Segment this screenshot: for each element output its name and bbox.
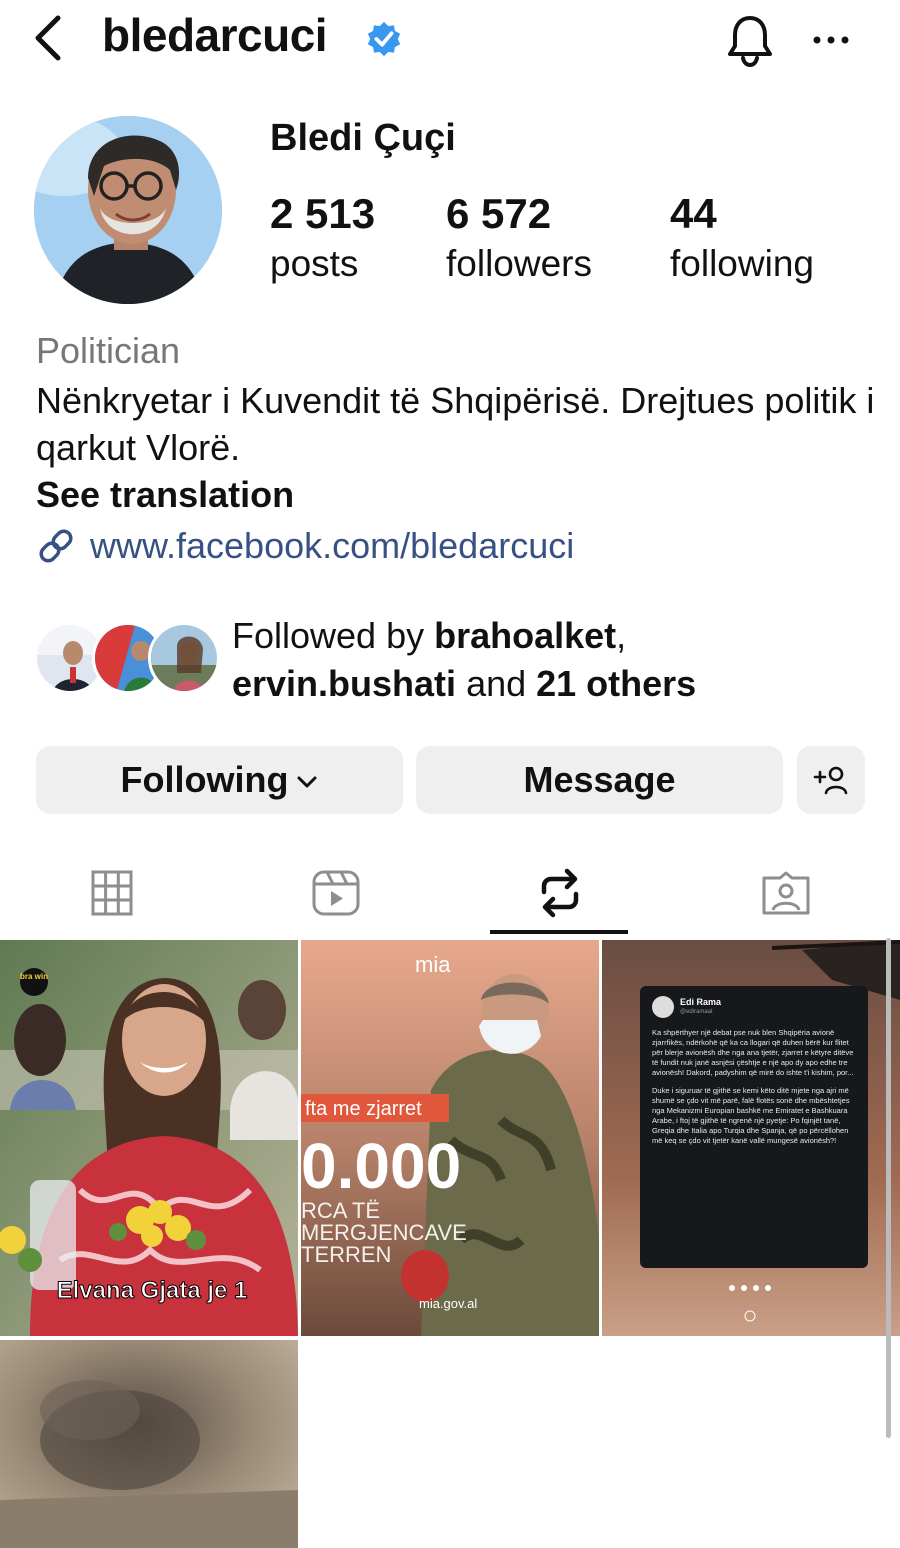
- profile-tabs: [0, 848, 900, 938]
- channel-badge: bra win: [20, 972, 48, 981]
- post-caption: Elvana Gjata je 1: [57, 1277, 248, 1304]
- posts-label: posts: [270, 243, 359, 284]
- message-button[interactable]: Message: [416, 746, 783, 814]
- mutual-avatar: [148, 622, 220, 694]
- post-big-number: 0.000: [301, 1130, 461, 1202]
- tab-reels[interactable]: [266, 848, 406, 938]
- followed-by-comma: ,: [616, 615, 627, 656]
- post-line3: TERREN: [301, 1242, 391, 1267]
- profile-bio: Nënkryetar i Kuvendit të Shqipërisë. Dre…: [36, 380, 875, 468]
- display-name: Bledi Çuçi: [270, 117, 456, 159]
- see-translation-link[interactable]: See translation: [36, 474, 294, 516]
- active-tab-indicator: [490, 930, 628, 934]
- mutual-user-1[interactable]: brahoalket: [434, 615, 616, 656]
- tab-tagged[interactable]: [716, 848, 856, 938]
- tab-reposts[interactable]: [490, 848, 630, 938]
- followers-label: followers: [446, 243, 592, 284]
- notification-bell-icon[interactable]: [724, 12, 776, 68]
- profile-link[interactable]: www.facebook.com/bledarcuci: [36, 525, 574, 567]
- tweet-author: Edi Rama: [680, 997, 722, 1007]
- reposts-icon: [541, 868, 579, 918]
- mia-logo: mia: [415, 952, 451, 977]
- chevron-down-icon: [297, 776, 317, 788]
- followers-count: 6 572: [446, 190, 552, 237]
- following-button[interactable]: Following: [36, 746, 403, 814]
- profile-avatar[interactable]: [34, 116, 222, 304]
- grid-post[interactable]: Edi Rama @ediramaal Ka shpërthyer një de…: [602, 940, 900, 1336]
- followers-stat[interactable]: 6 572 followers: [446, 190, 592, 290]
- following-button-label: Following: [120, 759, 289, 800]
- profile-category: Politician: [36, 330, 181, 371]
- suggested-users-button[interactable]: [797, 746, 865, 814]
- following-stat[interactable]: 44 following: [670, 190, 814, 290]
- profile-link-text: www.facebook.com/bledarcuci: [90, 525, 575, 566]
- back-arrow-icon[interactable]: [28, 12, 68, 64]
- mutual-user-2[interactable]: ervin.bushati: [232, 663, 456, 704]
- link-icon: [39, 529, 73, 563]
- profile-username: bledarcuci: [102, 9, 328, 61]
- followed-by-prefix: Followed by: [232, 615, 435, 656]
- message-button-label: Message: [523, 759, 676, 800]
- tweet-handle: @ediramaal: [680, 1009, 713, 1015]
- verified-badge-icon: [367, 21, 401, 57]
- following-count: 44: [670, 190, 717, 237]
- grid-post[interactable]: mia fta me zjarret 0.000 RCA TË MERGJENC…: [301, 940, 599, 1336]
- mutual-others[interactable]: 21 others: [536, 663, 696, 704]
- tweet-card: Edi Rama @ediramaal Ka shpërthyer një de…: [640, 986, 868, 1268]
- following-label: following: [670, 243, 814, 284]
- followed-by-and: and: [456, 663, 537, 704]
- add-user-icon: [813, 766, 848, 795]
- scrollbar[interactable]: [886, 938, 891, 1438]
- top-bar: bledarcuci: [0, 0, 900, 80]
- tweet-paragraph: Duke i siguruar të gjithë se kemi këto d…: [652, 1086, 850, 1145]
- followed-by-text[interactable]: Followed by brahoalket, ervin.bushati and…: [232, 612, 872, 708]
- posts-count: 2 513: [270, 190, 376, 237]
- post-banner: fta me zjarret: [305, 1098, 422, 1120]
- grid-icon: [91, 870, 133, 916]
- tab-posts-grid[interactable]: [42, 848, 182, 938]
- more-options-icon[interactable]: [808, 20, 854, 60]
- tagged-icon: [762, 871, 810, 915]
- post-source: mia.gov.al: [419, 1296, 477, 1311]
- mutual-followers-avatars[interactable]: [34, 622, 224, 696]
- grid-post[interactable]: bra win Elvana Gjata je 1: [0, 940, 298, 1336]
- reels-icon: [312, 870, 360, 916]
- posts-stat[interactable]: 2 513 posts: [270, 190, 375, 290]
- tweet-avatar: [652, 996, 674, 1018]
- tweet-paragraph: Ka shpërthyer një debat pse nuk blen Shq…: [652, 1028, 854, 1077]
- grid-post[interactable]: [0, 1340, 298, 1548]
